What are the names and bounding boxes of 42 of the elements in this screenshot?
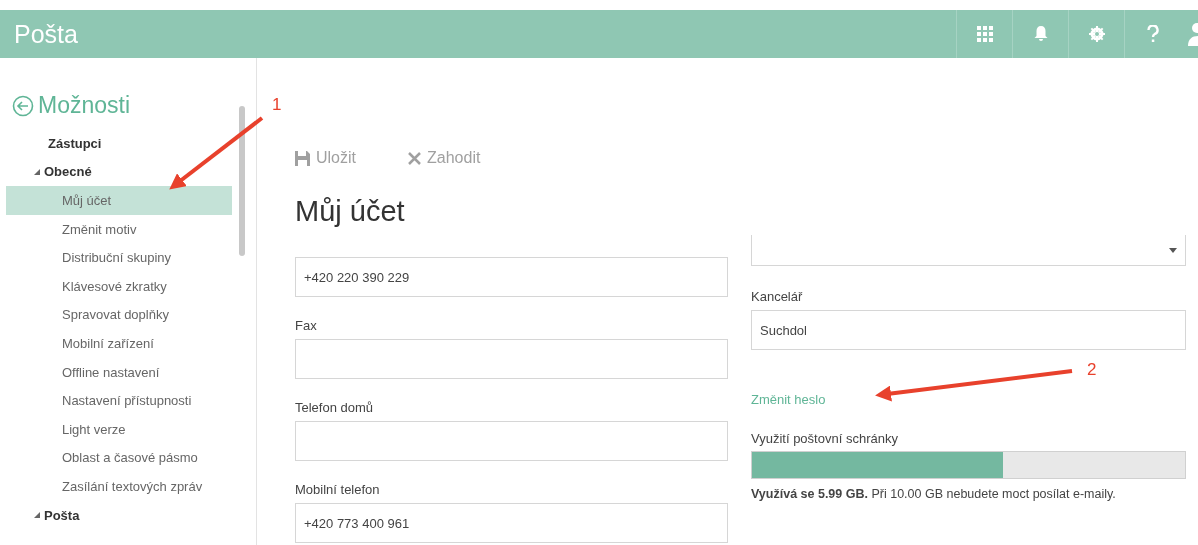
annotation-number: 1 <box>272 95 282 114</box>
app-title: Pošta <box>13 19 79 49</box>
expand-triangle-icon[interactable] <box>34 168 40 175</box>
bell-icon <box>1033 26 1048 42</box>
field-label: Kancelář <box>751 289 804 306</box>
sidebar-item[interactable]: Distribuční skupiny <box>6 243 232 272</box>
input-field[interactable] <box>295 339 728 379</box>
input-field[interactable]: +420 220 390 229 <box>295 257 728 297</box>
page-title: Můj účet <box>295 195 406 229</box>
grid-icon <box>976 26 993 42</box>
dropdown-field[interactable] <box>751 235 1186 266</box>
field-label: Fax <box>295 318 318 335</box>
field-label: Mobilní telefon <box>295 482 381 499</box>
annotation-number: 2 <box>1087 360 1097 379</box>
input-field[interactable]: +420 773 400 961 <box>295 503 728 543</box>
sidebar-item[interactable]: Mobilní zařízení <box>6 329 232 358</box>
save-icon <box>295 150 310 166</box>
sidebar-item[interactable]: Zasílání textových zpráv <box>6 472 232 501</box>
input-field[interactable] <box>295 421 728 461</box>
mailbox-usage-label: Využití poštovní schránky <box>751 431 899 448</box>
input-field[interactable]: Suchdol <box>751 310 1186 350</box>
sidebar-group[interactable]: Zástupci <box>6 129 232 158</box>
caret-icon <box>1169 247 1177 253</box>
scrollbar[interactable] <box>239 106 245 256</box>
sidebar-item[interactable]: Můj účet <box>6 186 232 215</box>
sidebar-item[interactable]: Oblast a časové pásmo <box>6 443 232 473</box>
settings-icon <box>1088 26 1105 42</box>
usage-note: Využívá se 5.99 GB. Při 10.00 GB nebudete moct posílat e-maily. <box>751 486 1117 503</box>
sidebar-item[interactable]: Nastavení přístupnosti <box>6 386 232 415</box>
sidebar-item[interactable]: Změnit motiv <box>6 214 232 244</box>
sidebar-group[interactable]: Pošta <box>6 500 232 530</box>
sidebar-item[interactable]: Klávesové zkratky <box>6 271 232 301</box>
person-icon[interactable] <box>1188 22 1198 46</box>
expand-triangle-icon[interactable] <box>34 512 40 518</box>
options-title: Možnosti <box>38 92 131 119</box>
sidebar-item[interactable]: Spravovat doplňky <box>6 300 232 330</box>
help-icon <box>1146 25 1159 43</box>
sidebar-item[interactable]: Light verze <box>6 414 232 444</box>
field-label: Telefon domů <box>295 400 375 417</box>
sidebar-item[interactable]: Offline nastavení <box>6 357 232 387</box>
close-icon <box>408 151 421 165</box>
sidebar-group[interactable]: Obecné <box>6 157 232 187</box>
